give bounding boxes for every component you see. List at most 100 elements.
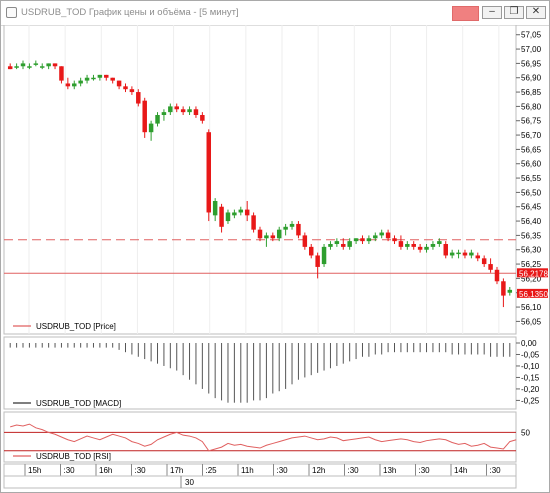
price-plot-frame — [3, 25, 517, 335]
time-label: :30 — [277, 466, 289, 475]
price-tick-label: 57,00 — [521, 45, 542, 54]
price-tick-label: 56,90 — [521, 74, 542, 83]
candle-body — [14, 66, 19, 68]
candle-body — [430, 244, 436, 247]
candle-body — [315, 255, 320, 267]
price-tick-label: 56,40 — [521, 217, 542, 226]
rsi-panel[interactable]: 50 USDRUB_TOD [RSI] — [3, 411, 530, 463]
candle-body — [27, 66, 32, 68]
window-icon — [6, 7, 17, 18]
price-panel[interactable]: 57,05 57,00 56,95 56,90 56,85 56,80 56,75 56,70… — [3, 25, 548, 335]
candle-body — [59, 66, 64, 81]
price-axis: 57,05 57,00 56,95 56,90 56,85 56,80 56,75 56,70… — [516, 31, 542, 326]
candle-body — [187, 109, 192, 113]
macd-axis: 0,00 -0,05 -0,10 -0,15 -0,20 -0,25 — [516, 339, 540, 405]
minimize-button[interactable]: – — [482, 6, 502, 19]
candle-body — [33, 63, 39, 65]
candle-body — [507, 289, 513, 293]
close-icon: ✕ — [531, 6, 541, 17]
candle-body — [308, 246, 314, 256]
candle-body — [475, 255, 481, 259]
macd-tick-label: -0,15 — [521, 373, 540, 382]
candle-body — [494, 269, 500, 282]
price-tick-label: 56,55 — [521, 174, 542, 183]
current-price-label: 56,2178 — [519, 269, 548, 278]
time-label: 12h — [312, 466, 325, 475]
candle-body — [46, 63, 51, 67]
last-price-label: 56,1350 — [519, 290, 548, 299]
candle-body — [97, 74, 103, 78]
time-label: 14h — [454, 466, 467, 475]
candle-body — [91, 77, 96, 80]
candle-body — [225, 212, 231, 222]
candle-body — [72, 83, 77, 87]
candle-body — [469, 252, 474, 256]
candle-body — [481, 258, 487, 265]
candle-body — [501, 281, 506, 296]
close-highlight-button[interactable] — [452, 6, 479, 21]
candle-body — [155, 115, 160, 124]
candle-body — [174, 106, 179, 110]
candle-body — [341, 244, 346, 247]
macd-tick-label: -0,20 — [521, 385, 540, 394]
price-tick-label: 56,70 — [521, 131, 542, 140]
minimize-icon: – — [489, 6, 495, 17]
candle-body — [78, 80, 83, 84]
candle-body — [334, 241, 340, 244]
candle-body — [200, 115, 205, 121]
candle-body — [161, 112, 167, 115]
candle-body — [65, 83, 71, 87]
candle-body — [276, 229, 282, 239]
price-tick-label: 56,75 — [521, 117, 542, 126]
price-tick-label: 56,35 — [521, 231, 542, 240]
time-label: 15h — [28, 466, 41, 475]
candle-body — [488, 264, 493, 270]
price-tick-label: 56,60 — [521, 160, 542, 169]
restore-button[interactable]: ❐ — [504, 6, 524, 19]
price-tick-label: 56,85 — [521, 88, 542, 97]
candle-body — [52, 63, 58, 67]
candle-body — [39, 66, 45, 68]
time-label: :30 — [135, 466, 147, 475]
candle-body — [84, 77, 90, 81]
price-tick-label: 56,95 — [521, 59, 542, 68]
candle-body — [449, 252, 455, 256]
candle-body — [321, 246, 327, 265]
candle-body — [20, 63, 26, 67]
candle-body — [379, 232, 384, 236]
time-label: :30 — [490, 466, 502, 475]
time-label: 13h — [383, 466, 396, 475]
time-label: :30 — [419, 466, 431, 475]
candle-body — [443, 244, 448, 256]
candle-body — [219, 206, 224, 227]
title-bar[interactable]: USDRUB_TOD График цены и объёма - [5 мин… — [1, 1, 549, 26]
time-label: :25 — [206, 466, 218, 475]
time-label: :30 — [64, 466, 76, 475]
candle-body — [116, 80, 122, 87]
price-tick-label: 56,50 — [521, 188, 542, 197]
macd-tick-label: -0,25 — [521, 396, 540, 405]
candle-body — [142, 100, 147, 133]
macd-legend-label: USDRUB_TOD [MACD] — [36, 399, 121, 408]
candle-body — [411, 244, 416, 247]
candle-body — [193, 109, 199, 115]
rsi-legend-label: USDRUB_TOD [RSI] — [36, 452, 111, 461]
candle-body — [257, 229, 263, 239]
restore-icon: ❐ — [509, 6, 519, 17]
close-button[interactable]: ✕ — [526, 6, 546, 19]
macd-panel[interactable]: 0,00 -0,05 -0,10 -0,15 -0,20 -0,25 USDRUB_TOD… — [3, 336, 540, 410]
candle-body — [206, 132, 212, 213]
candle-body — [373, 235, 378, 239]
candle-body — [353, 238, 359, 242]
time-axis[interactable]: 15h:30 16h:30 17h:25 11h:30 12h:30 13h:30 14h:… — [3, 463, 517, 489]
candle-body — [296, 223, 301, 236]
candle-body — [328, 244, 333, 247]
candle-body — [437, 241, 442, 244]
price-tick-label: 56,25 — [521, 260, 542, 269]
candle-body — [270, 235, 276, 239]
time-label: 16h — [99, 466, 112, 475]
price-tick-label: 56,30 — [521, 246, 542, 255]
candle-body — [123, 86, 128, 90]
chart-area[interactable]: 57,05 57,00 56,95 56,90 56,85 56,80 56,75 56,70… — [1, 25, 549, 492]
candle-body — [136, 92, 141, 104]
